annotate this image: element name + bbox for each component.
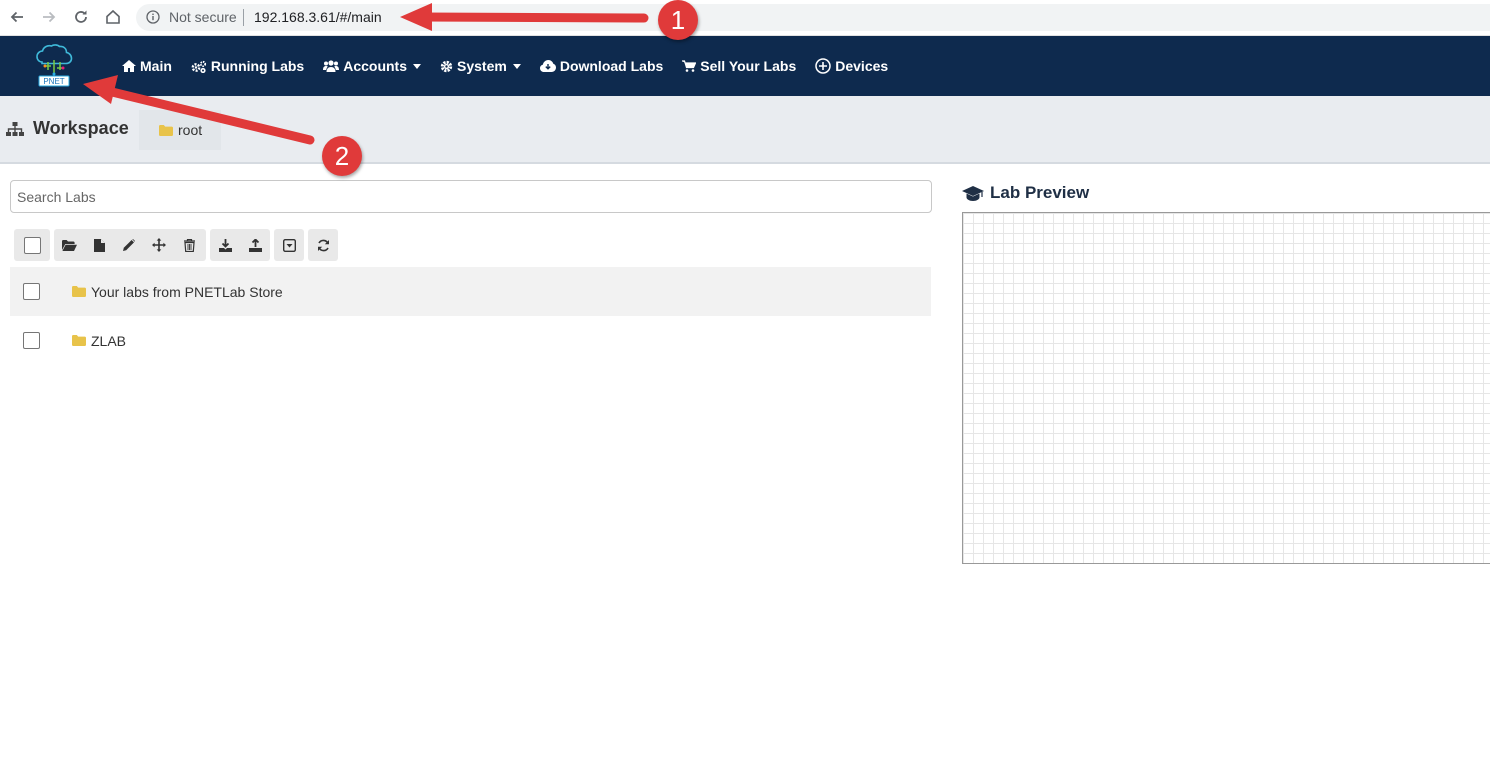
nav-system[interactable]: System <box>440 58 521 74</box>
search-labs-input[interactable] <box>10 180 932 213</box>
page-title: Workspace <box>33 118 129 138</box>
security-label: Not secure <box>169 9 237 25</box>
cart-icon <box>682 60 697 72</box>
trash-icon[interactable] <box>174 229 204 261</box>
svg-text:PNET: PNET <box>43 77 64 86</box>
sitemap-icon <box>6 122 24 141</box>
divider <box>243 9 244 26</box>
nav-system-label: System <box>457 58 507 74</box>
cloud-download-icon <box>539 60 556 72</box>
address-bar[interactable]: Not secure 192.168.3.61/#/main <box>136 4 1490 31</box>
row-checkbox[interactable] <box>23 332 40 349</box>
url-text[interactable]: 192.168.3.61/#/main <box>254 9 382 25</box>
nav-sell-your-labs-label: Sell Your Labs <box>700 58 797 74</box>
refresh-icon[interactable] <box>308 229 338 261</box>
workspace-header: Workspace root <box>0 96 1490 164</box>
nav-main-label: Main <box>140 58 172 74</box>
annotation-badge-1: 1 <box>658 0 698 40</box>
nav-sell-your-labs[interactable]: Sell Your Labs <box>682 58 796 74</box>
select-all-checkbox[interactable] <box>23 236 41 254</box>
chevron-down-icon <box>413 63 422 69</box>
edit-pencil-icon[interactable] <box>114 229 144 261</box>
import-icon[interactable] <box>210 229 240 261</box>
annotation-badge-2: 2 <box>322 136 362 176</box>
breadcrumb-root[interactable]: root <box>139 110 221 150</box>
folder-open-icon[interactable] <box>54 229 84 261</box>
move-arrows-icon[interactable] <box>144 229 174 261</box>
reload-icon[interactable] <box>69 5 93 29</box>
list-item[interactable]: Your labs from PNETLab Store <box>10 267 931 316</box>
row-checkbox[interactable] <box>23 283 40 300</box>
collapse-group <box>274 229 304 261</box>
pnet-logo[interactable]: PNET <box>34 44 74 88</box>
list-item[interactable]: ZLAB <box>10 316 931 365</box>
folder-icon <box>72 335 86 346</box>
folder-name[interactable]: Your labs from PNETLab Store <box>91 284 283 300</box>
main-menu: Main Running Labs Accounts System Downlo… <box>122 36 907 96</box>
nav-download-labs[interactable]: Download Labs <box>539 58 664 74</box>
home-icon <box>122 60 136 72</box>
folder-icon <box>72 286 86 297</box>
browser-toolbar: Not secure 192.168.3.61/#/main <box>0 0 1490 36</box>
back-arrow-icon[interactable] <box>5 5 29 29</box>
plus-circle-icon <box>815 58 831 74</box>
new-file-icon[interactable] <box>84 229 114 261</box>
refresh-group <box>308 229 338 261</box>
lab-preview-heading: Lab Preview <box>962 183 1089 203</box>
gears-icon <box>191 60 206 73</box>
nav-running-labs[interactable]: Running Labs <box>191 58 304 74</box>
nav-devices-label: Devices <box>835 58 889 74</box>
file-actions-group <box>54 229 206 261</box>
app-navbar: PNET Main Running Labs Accounts System D… <box>0 36 1490 96</box>
home-icon[interactable] <box>101 5 125 29</box>
breadcrumb-label: root <box>178 122 203 138</box>
nav-main[interactable]: Main <box>122 58 172 74</box>
chevron-down-icon <box>512 63 521 69</box>
nav-download-labs-label: Download Labs <box>559 58 664 74</box>
select-all-group <box>14 229 50 261</box>
forward-arrow-icon[interactable] <box>37 5 61 29</box>
nav-devices[interactable]: Devices <box>815 58 888 74</box>
info-icon[interactable] <box>146 10 160 29</box>
graduation-cap-icon <box>962 185 984 201</box>
nav-running-labs-label: Running Labs <box>210 58 305 74</box>
nav-accounts[interactable]: Accounts <box>323 58 422 74</box>
lab-preview-title: Lab Preview <box>990 183 1090 202</box>
users-icon <box>323 60 340 72</box>
export-icon[interactable] <box>240 229 270 261</box>
folder-icon <box>159 124 173 136</box>
collapse-icon[interactable] <box>274 229 304 261</box>
folder-name[interactable]: ZLAB <box>91 333 126 349</box>
lab-preview-canvas <box>962 212 1490 564</box>
nav-accounts-label: Accounts <box>343 58 408 74</box>
transfer-actions-group <box>210 229 270 261</box>
gear-icon <box>440 60 453 72</box>
